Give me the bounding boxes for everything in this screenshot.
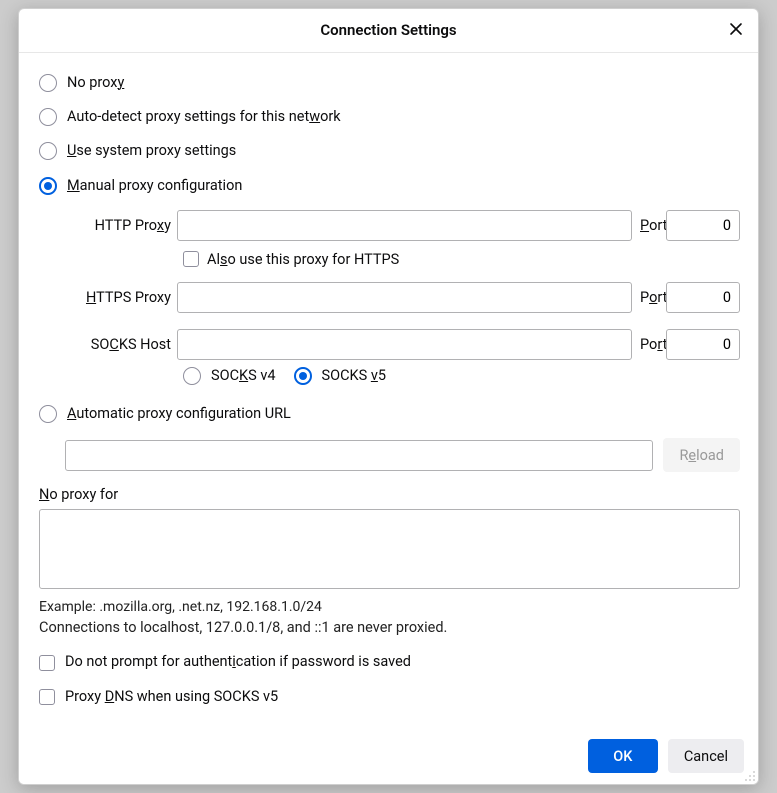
socks-port-input[interactable] <box>666 329 740 360</box>
socks-port-label: Port <box>632 336 666 353</box>
label-no-proxy: No proxy <box>67 73 124 93</box>
dialog-title: Connection Settings <box>320 21 456 39</box>
radio-no-proxy[interactable] <box>39 74 57 92</box>
dialog-footer: OK Cancel <box>19 728 758 784</box>
label-no-auth-prompt: Do not prompt for authentication if pass… <box>65 652 411 672</box>
socks-host-input[interactable] <box>177 329 632 360</box>
https-port-input[interactable] <box>666 282 740 313</box>
label-auto-config-url: Automatic proxy configuration URL <box>67 404 291 424</box>
manual-proxy-group: HTTP Proxy Port Also use this proxy for … <box>65 210 740 386</box>
label-proxy-dns: Proxy DNS when using SOCKS v5 <box>65 687 278 707</box>
socks-host-label: SOCKS Host <box>65 336 177 353</box>
radio-auto-config-url[interactable] <box>39 405 57 423</box>
connection-settings-dialog: Connection Settings No proxy Auto-detect… <box>18 8 759 785</box>
radio-socks-v4[interactable] <box>183 367 201 385</box>
dialog-body: No proxy Auto-detect proxy settings for … <box>19 53 758 729</box>
no-proxy-note: Connections to localhost, 127.0.0.1/8, a… <box>39 619 740 636</box>
label-socks-v5: SOCKS v5 <box>322 366 387 386</box>
no-proxy-example: Example: .mozilla.org, .net.nz, 192.168.… <box>39 599 740 615</box>
checkbox-also-https[interactable] <box>183 251 199 267</box>
label-also-https: Also use this proxy for HTTPS <box>207 251 399 268</box>
resize-grip-icon[interactable] <box>742 768 756 782</box>
close-icon <box>729 22 743 40</box>
label-socks-v4: SOCKS v4 <box>211 366 276 386</box>
radio-socks-v5[interactable] <box>294 367 312 385</box>
radio-system-proxy[interactable] <box>39 142 57 160</box>
checkbox-proxy-dns[interactable] <box>39 689 55 705</box>
label-system-proxy: Use system proxy settings <box>67 141 236 161</box>
https-proxy-input[interactable] <box>177 282 632 313</box>
radio-manual-proxy[interactable] <box>39 177 57 195</box>
no-proxy-for-label: No proxy for <box>39 486 740 503</box>
ok-button[interactable]: OK <box>588 739 658 773</box>
dialog-titlebar: Connection Settings <box>19 9 758 53</box>
radio-auto-detect[interactable] <box>39 108 57 126</box>
http-port-label: Port <box>632 217 666 234</box>
no-proxy-for-textarea[interactable] <box>39 509 740 589</box>
label-auto-detect: Auto-detect proxy settings for this netw… <box>67 107 341 127</box>
cancel-button[interactable]: Cancel <box>668 739 744 773</box>
http-proxy-label: HTTP Proxy <box>65 217 177 234</box>
checkbox-no-auth-prompt[interactable] <box>39 655 55 671</box>
http-port-input[interactable] <box>666 210 740 241</box>
pac-url-input[interactable] <box>65 440 653 471</box>
label-manual-proxy: Manual proxy configuration <box>67 176 242 196</box>
https-proxy-label: HTTPS Proxy <box>65 289 177 306</box>
close-button[interactable] <box>722 17 750 45</box>
https-port-label: Port <box>632 289 666 306</box>
http-proxy-input[interactable] <box>177 210 632 241</box>
reload-button[interactable]: Reload <box>663 438 740 472</box>
